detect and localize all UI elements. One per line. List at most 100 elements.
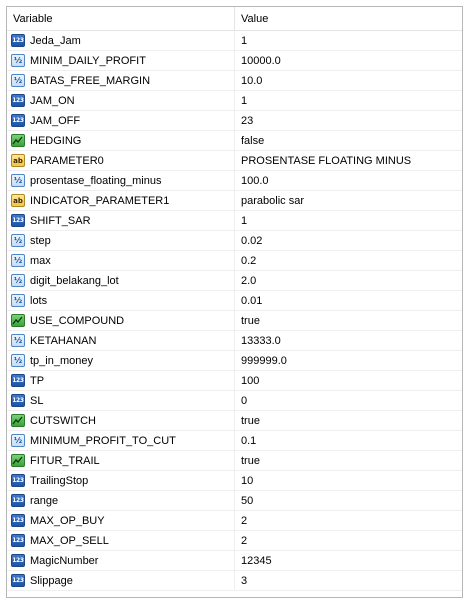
value-cell[interactable]: 999999.0 [235, 355, 462, 367]
value-cell[interactable]: 10.0 [235, 75, 462, 87]
value-cell[interactable]: 10000.0 [235, 55, 462, 67]
variable-cell: TrailingStop [7, 471, 235, 490]
value-cell[interactable]: 0.1 [235, 435, 462, 447]
value-cell[interactable]: 0 [235, 395, 462, 407]
variable-name: SL [30, 394, 44, 407]
table-row[interactable]: SHIFT_SAR 1 [7, 211, 462, 231]
integer-icon [11, 94, 25, 107]
value-cell[interactable]: false [235, 135, 462, 147]
value-cell[interactable]: 23 [235, 115, 462, 127]
table-row[interactable]: TrailingStop 10 [7, 471, 462, 491]
variable-name: MAX_OP_BUY [30, 514, 105, 527]
double-icon [11, 354, 25, 367]
table-row[interactable]: FITUR_TRAIL true [7, 451, 462, 471]
value-cell[interactable]: 1 [235, 215, 462, 227]
value-cell[interactable]: true [235, 455, 462, 467]
variable-cell: range [7, 491, 235, 510]
table-row[interactable]: HEDGING false [7, 131, 462, 151]
variable-cell: step [7, 231, 235, 250]
integer-icon [11, 34, 25, 47]
integer-icon [11, 554, 25, 567]
value-cell[interactable]: true [235, 415, 462, 427]
value-cell[interactable]: 0.2 [235, 255, 462, 267]
value-cell[interactable]: PROSENTASE FLOATING MINUS [235, 155, 462, 167]
column-header-variable[interactable]: Variable [7, 7, 235, 30]
value-cell[interactable]: 3 [235, 575, 462, 587]
variable-name: digit_belakang_lot [30, 274, 119, 287]
table-row[interactable]: max 0.2 [7, 251, 462, 271]
double-icon [11, 334, 25, 347]
table-row[interactable]: CUTSWITCH true [7, 411, 462, 431]
table-row[interactable]: USE_COMPOUND true [7, 311, 462, 331]
value-cell[interactable]: 0.01 [235, 295, 462, 307]
string-icon [11, 154, 25, 167]
table-row[interactable]: JAM_ON 1 [7, 91, 462, 111]
table-row[interactable]: range 50 [7, 491, 462, 511]
boolean-icon [11, 414, 25, 427]
table-row[interactable]: JAM_OFF 23 [7, 111, 462, 131]
column-header-value[interactable]: Value [235, 7, 462, 30]
variable-name: Slippage [30, 574, 73, 587]
variable-cell: FITUR_TRAIL [7, 451, 235, 470]
variable-name: MagicNumber [30, 554, 99, 567]
variable-name: SHIFT_SAR [30, 214, 91, 227]
table-row[interactable]: MAX_OP_BUY 2 [7, 511, 462, 531]
integer-icon [11, 394, 25, 407]
value-cell[interactable]: 2 [235, 535, 462, 547]
integer-icon [11, 214, 25, 227]
table-row[interactable]: MINIMUM_PROFIT_TO_CUT 0.1 [7, 431, 462, 451]
double-icon [11, 54, 25, 67]
variable-cell: MINIM_DAILY_PROFIT [7, 51, 235, 70]
variable-cell: Jeda_Jam [7, 31, 235, 50]
double-icon [11, 174, 25, 187]
value-cell[interactable]: 10 [235, 475, 462, 487]
value-cell[interactable]: 100.0 [235, 175, 462, 187]
variable-cell: JAM_OFF [7, 111, 235, 130]
variable-name: USE_COMPOUND [30, 314, 125, 327]
table-row[interactable]: Slippage 3 [7, 571, 462, 591]
table-row[interactable]: PARAMETER0 PROSENTASE FLOATING MINUS [7, 151, 462, 171]
string-icon [11, 194, 25, 207]
variable-cell: JAM_ON [7, 91, 235, 110]
value-cell[interactable]: 2 [235, 515, 462, 527]
value-cell[interactable]: 1 [235, 35, 462, 47]
table-row[interactable]: digit_belakang_lot 2.0 [7, 271, 462, 291]
value-cell[interactable]: true [235, 315, 462, 327]
value-cell[interactable]: 12345 [235, 555, 462, 567]
table-row[interactable]: MagicNumber 12345 [7, 551, 462, 571]
table-row[interactable]: tp_in_money 999999.0 [7, 351, 462, 371]
variable-cell: lots [7, 291, 235, 310]
table-row[interactable]: BATAS_FREE_MARGIN 10.0 [7, 71, 462, 91]
variable-cell: SHIFT_SAR [7, 211, 235, 230]
value-cell[interactable]: 1 [235, 95, 462, 107]
table-row[interactable]: SL 0 [7, 391, 462, 411]
table-row[interactable]: MINIM_DAILY_PROFIT 10000.0 [7, 51, 462, 71]
variable-name: TP [30, 374, 45, 387]
table-row[interactable]: prosentase_floating_minus 100.0 [7, 171, 462, 191]
variable-cell: Slippage [7, 571, 235, 590]
value-cell[interactable]: 0.02 [235, 235, 462, 247]
variable-cell: PARAMETER0 [7, 151, 235, 170]
value-cell[interactable]: 13333.0 [235, 335, 462, 347]
value-cell[interactable]: 50 [235, 495, 462, 507]
value-cell[interactable]: 2.0 [235, 275, 462, 287]
table-row[interactable]: MAX_OP_SELL 2 [7, 531, 462, 551]
variable-cell: MAX_OP_BUY [7, 511, 235, 530]
table-row[interactable]: TP 100 [7, 371, 462, 391]
table-row[interactable]: Jeda_Jam 1 [7, 31, 462, 51]
variable-name: CUTSWITCH [30, 414, 96, 427]
variable-name: TrailingStop [30, 474, 89, 487]
table-row[interactable]: INDICATOR_PARAMETER1 parabolic sar [7, 191, 462, 211]
boolean-icon [11, 134, 25, 147]
variable-name: range [30, 494, 59, 507]
variable-name: tp_in_money [30, 354, 93, 367]
table-row[interactable]: KETAHANAN 13333.0 [7, 331, 462, 351]
double-icon [11, 274, 25, 287]
value-cell[interactable]: parabolic sar [235, 195, 462, 207]
variable-cell: tp_in_money [7, 351, 235, 370]
table-row[interactable]: step 0.02 [7, 231, 462, 251]
variable-name: MAX_OP_SELL [30, 534, 109, 547]
table-row[interactable]: lots 0.01 [7, 291, 462, 311]
value-cell[interactable]: 100 [235, 375, 462, 387]
variable-name: JAM_ON [30, 94, 75, 107]
